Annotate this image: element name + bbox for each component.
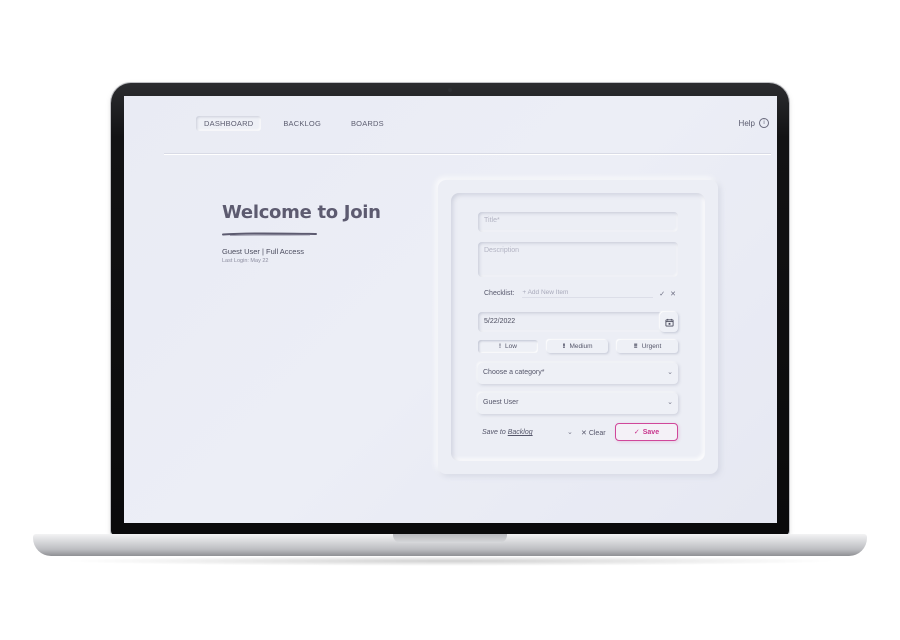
priority-low-label: Low <box>505 343 517 350</box>
priority-medium-button[interactable]: !! Medium <box>547 340 608 353</box>
info-icon: i <box>759 118 769 128</box>
priority-low-button[interactable]: ! Low <box>478 340 538 353</box>
priority-medium-icon: !! <box>562 343 565 350</box>
assignee-select[interactable]: Guest User ⌄ <box>478 393 678 414</box>
save-destination[interactable]: Save to Backlog <box>482 429 533 436</box>
date-value: 5/22/2022 <box>484 318 516 325</box>
tab-backlog[interactable]: BACKLOG <box>275 116 329 131</box>
checklist-row: Checklist: + Add New Item ✓ ✕ <box>484 289 676 298</box>
last-login: Last Login: May 22 <box>222 258 269 264</box>
chevron-down-icon: ⌄ <box>667 369 673 376</box>
clear-label: Clear <box>588 430 606 437</box>
check-icon[interactable]: ✓ <box>659 290 665 298</box>
calendar-button[interactable] <box>660 312 678 332</box>
category-placeholder: Choose a category* <box>483 369 545 376</box>
chevron-down-icon: ⌄ <box>667 399 673 406</box>
user-access-line: Guest User | Full Access <box>222 247 304 256</box>
priority-low-icon: ! <box>499 343 501 350</box>
tab-boards[interactable]: BOARDS <box>343 116 392 131</box>
close-icon[interactable]: ✕ <box>670 290 676 298</box>
add-task-panel: Title* Description Checklist: + Add New … <box>438 180 718 474</box>
save-to-target: Backlog <box>507 429 533 436</box>
calendar-icon <box>664 318 674 327</box>
clear-button[interactable]: ✕ Clear <box>581 429 606 437</box>
priority-urgent-label: Urgent <box>641 343 662 350</box>
add-task-form: Title* Description Checklist: + Add New … <box>451 193 705 461</box>
save-label: Save <box>642 428 660 436</box>
due-date-input[interactable]: 5/22/2022 <box>478 312 678 332</box>
brush-underline <box>222 232 317 236</box>
laptop-shadow <box>60 556 840 566</box>
laptop-base <box>33 534 867 556</box>
description-input[interactable]: Description <box>478 242 678 277</box>
save-to-prefix: Save to <box>482 429 506 436</box>
priority-urgent-button[interactable]: !!! Urgent <box>617 340 678 353</box>
welcome-section: Welcome to Join Guest User | Full Access… <box>222 202 381 264</box>
category-select[interactable]: Choose a category* ⌄ <box>478 363 678 384</box>
checklist-label: Checklist: <box>484 290 515 297</box>
checklist-input[interactable]: + Add New Item <box>522 289 654 298</box>
nav-divider <box>164 153 771 154</box>
chevron-down-icon[interactable]: ⌄ <box>567 428 573 436</box>
save-button[interactable]: ✓ Save <box>615 423 678 441</box>
camera <box>448 88 452 92</box>
top-nav: DASHBOARD BACKLOG BOARDS <box>196 116 392 131</box>
check-icon: ✓ <box>633 429 640 436</box>
app-screen: DASHBOARD BACKLOG BOARDS Help i Welcome … <box>124 96 777 523</box>
help-link[interactable]: Help i <box>739 118 769 128</box>
laptop-lid: DASHBOARD BACKLOG BOARDS Help i Welcome … <box>111 83 789 535</box>
help-label: Help <box>738 118 755 128</box>
form-actions: Save to Backlog ⌄ ✕ Clear ✓ Save <box>482 423 680 443</box>
title-input[interactable]: Title* <box>478 212 678 232</box>
assignee-value: Guest User <box>483 399 519 406</box>
welcome-title: Welcome to Join <box>222 202 381 223</box>
priority-medium-label: Medium <box>569 343 593 350</box>
laptop-notch <box>393 534 507 543</box>
tab-dashboard[interactable]: DASHBOARD <box>196 116 262 131</box>
priority-urgent-icon: !!! <box>633 343 638 350</box>
